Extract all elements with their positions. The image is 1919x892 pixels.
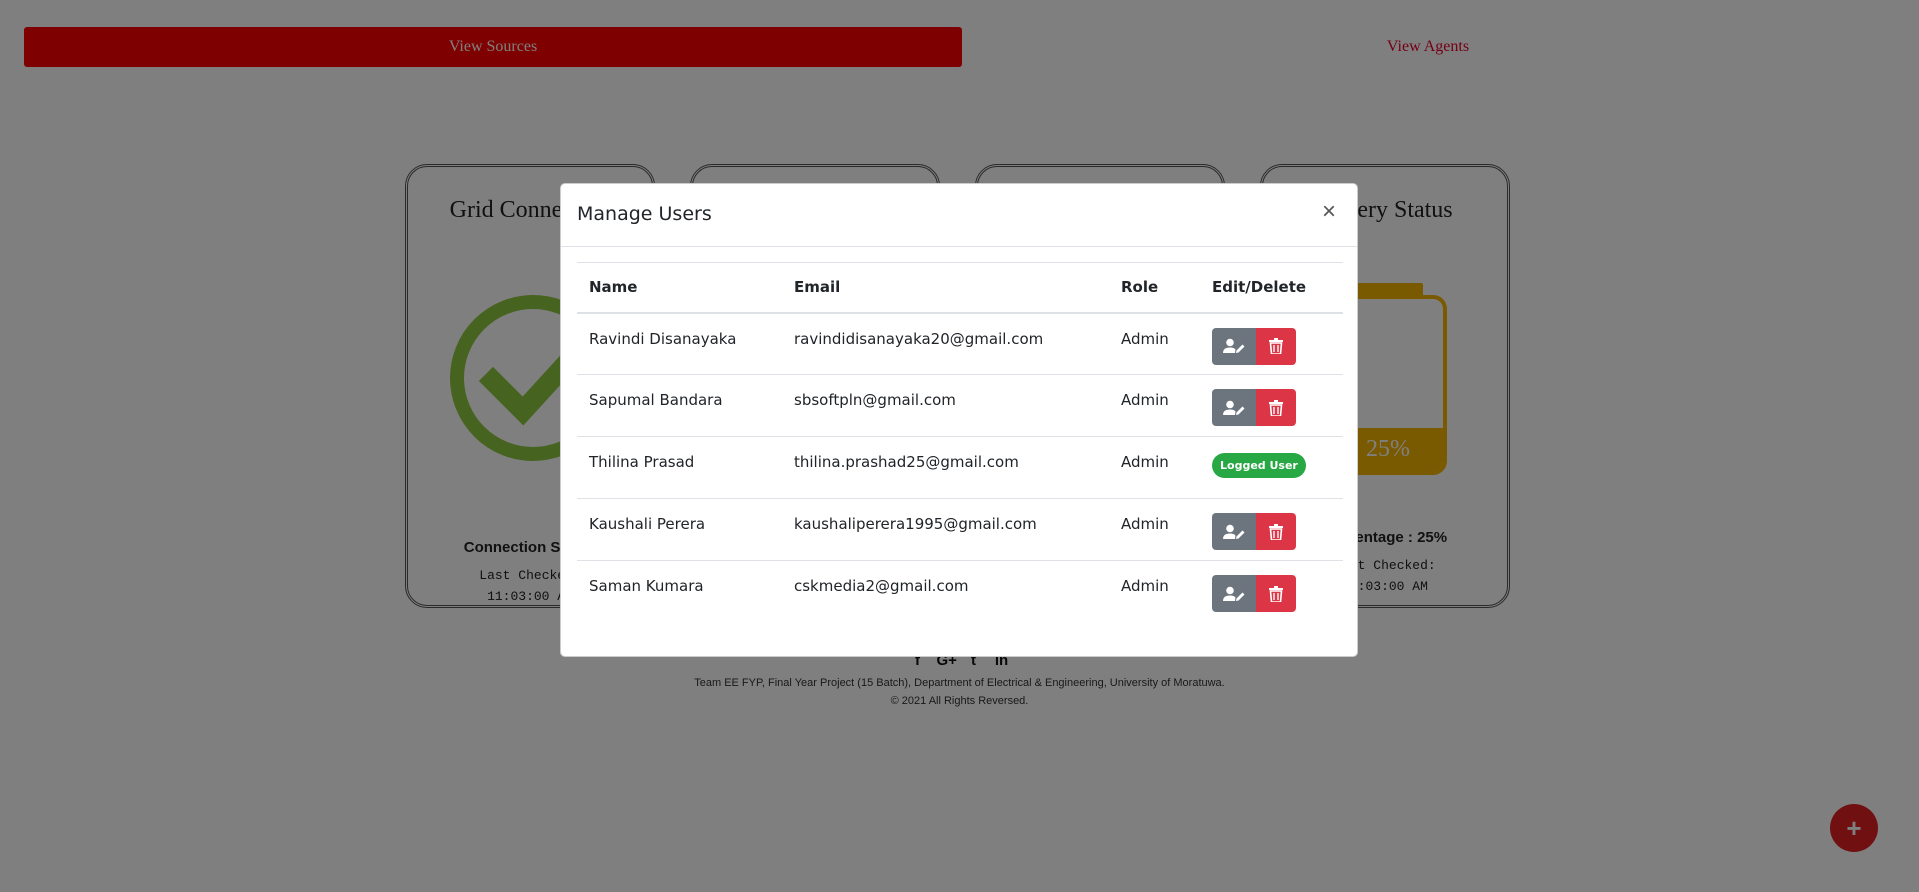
user-email-cell: thilina.prashad25@gmail.com — [794, 453, 1019, 471]
user-name-cell: Saman Kumara — [589, 577, 704, 595]
user-role-cell: Admin — [1121, 391, 1169, 409]
delete-user-button[interactable] — [1256, 327, 1296, 365]
user-name-cell: Ravindi Disanayaka — [589, 329, 737, 348]
user-edit-icon — [1223, 524, 1245, 539]
table-row: Saman Kumara cskmedia2@gmail.com Admin — [577, 561, 1343, 623]
table-row: Kaushali Perera kaushaliperera1995@gmail.… — [577, 499, 1343, 561]
user-email-cell: sbsoftpln@gmail.com — [794, 391, 956, 409]
edit-user-button[interactable] — [1212, 389, 1256, 426]
user-edit-icon — [1223, 338, 1245, 353]
close-icon[interactable]: × — [1317, 200, 1341, 224]
modal-header: Manage Users × — [561, 184, 1357, 247]
column-header-name: Name — [589, 278, 638, 297]
user-actions-cell: Logged User — [1200, 437, 1343, 499]
user-actions-cell — [1200, 313, 1343, 375]
user-name-cell: Kaushali Perera — [589, 515, 706, 533]
row-actions — [1212, 389, 1331, 426]
trash-icon — [1269, 338, 1283, 354]
table-header-row: Name Email Role Edit/Delete — [577, 262, 1343, 313]
edit-user-button[interactable] — [1212, 327, 1256, 365]
row-actions — [1212, 575, 1331, 612]
user-actions-cell — [1200, 375, 1343, 437]
user-name-cell: Sapumal Bandara — [589, 391, 723, 409]
user-email-cell: cskmedia2@gmail.com — [794, 577, 969, 595]
trash-icon — [1269, 399, 1283, 416]
column-header-actions: Edit/Delete — [1212, 278, 1307, 297]
edit-user-button[interactable] — [1212, 513, 1256, 550]
user-email-cell: ravindidisanayaka20@gmail.com — [794, 329, 1044, 348]
row-actions — [1212, 513, 1331, 550]
user-role-cell: Admin — [1121, 329, 1169, 348]
table-row: Ravindi Disanayaka ravindidisanayaka20@gm… — [577, 313, 1343, 375]
row-actions — [1212, 327, 1331, 365]
column-header-email: Email — [794, 278, 841, 297]
logged-user-badge: Logged User — [1212, 453, 1306, 478]
user-name-cell: Thilina Prasad — [589, 453, 695, 471]
user-edit-icon — [1223, 586, 1245, 601]
edit-user-button[interactable] — [1212, 575, 1256, 612]
trash-icon — [1269, 585, 1283, 602]
user-role-cell: Admin — [1121, 515, 1169, 533]
trash-icon — [1269, 523, 1283, 540]
manage-users-modal: Manage Users × Name Email Role Edit/Dele… — [560, 183, 1358, 657]
user-email-cell: kaushaliperera1995@gmail.com — [794, 515, 1037, 533]
user-actions-cell — [1200, 561, 1343, 623]
modal-title: Manage Users — [577, 203, 712, 225]
delete-user-button[interactable] — [1256, 575, 1296, 612]
users-table: Name Email Role Edit/Delete Ravindi Disa… — [577, 262, 1343, 623]
table-row: Thilina Prasad thilina.prashad25@gmail.co… — [577, 437, 1343, 499]
table-row: Sapumal Bandara sbsoftpln@gmail.com Admin — [577, 375, 1343, 437]
user-role-cell: Admin — [1121, 453, 1169, 471]
user-role-cell: Admin — [1121, 577, 1169, 595]
user-actions-cell — [1200, 499, 1343, 561]
column-header-role: Role — [1121, 278, 1159, 297]
user-edit-icon — [1223, 400, 1245, 415]
delete-user-button[interactable] — [1256, 389, 1296, 426]
delete-user-button[interactable] — [1256, 513, 1296, 550]
